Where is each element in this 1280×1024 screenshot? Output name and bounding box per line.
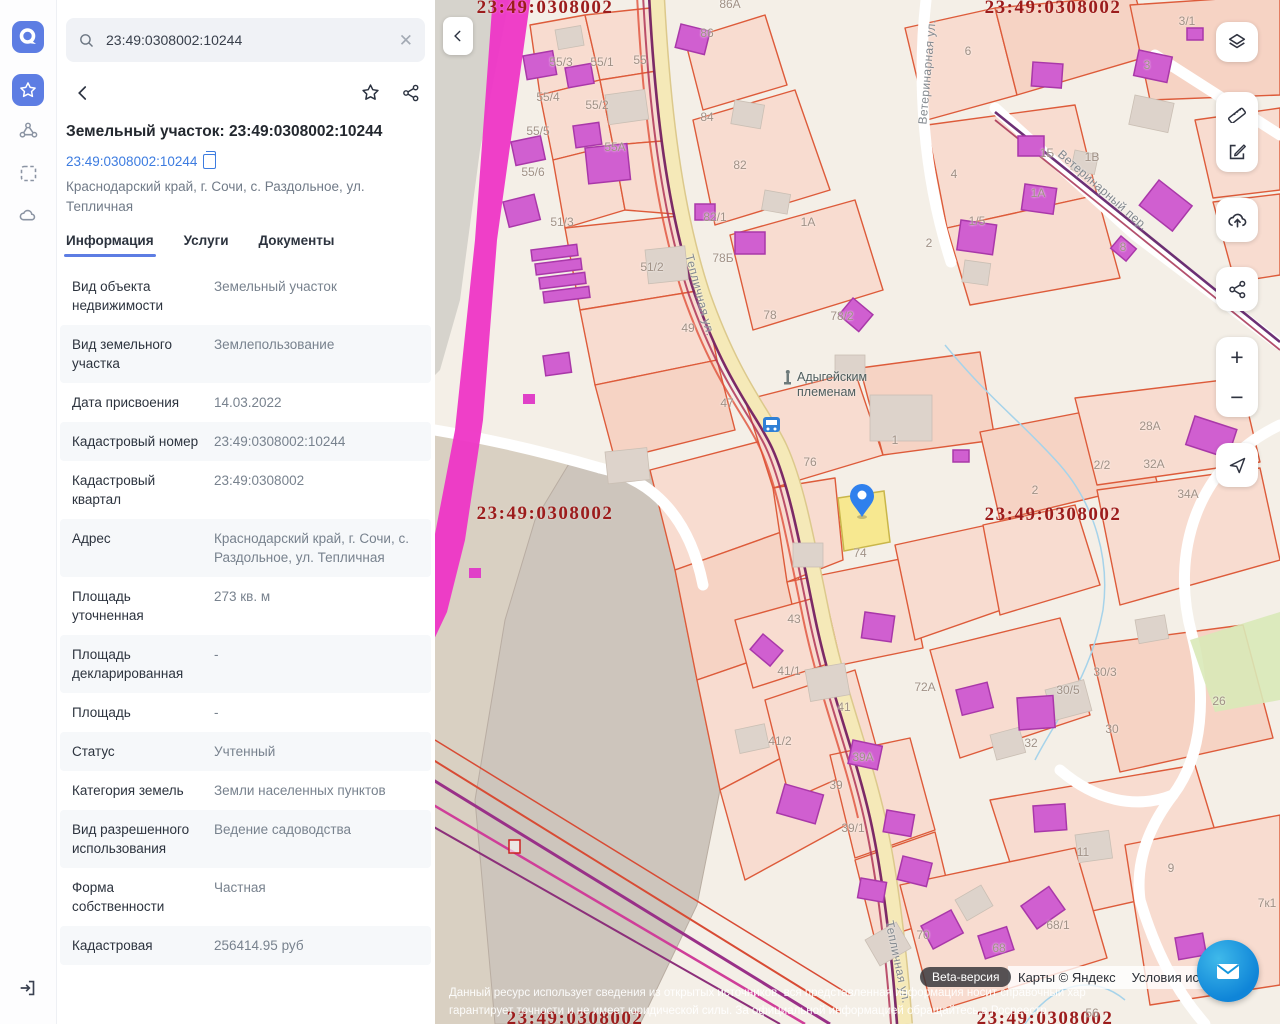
info-table: Вид объекта недвижимостиЗемельный участо… [56, 267, 435, 965]
locate-me-button[interactable] [1216, 445, 1258, 485]
info-row: Кадастровый квартал23:49:0308002 [60, 461, 431, 519]
info-row: Вид объекта недвижимостиЗемельный участо… [60, 267, 431, 325]
layers-button[interactable] [1216, 22, 1258, 62]
envelope-icon [1213, 956, 1243, 986]
map-graphics [435, 0, 1280, 1024]
info-row: Форма собственностиЧастная [60, 868, 431, 926]
zoom-out-button[interactable]: − [1216, 377, 1258, 417]
clear-search-icon[interactable]: ✕ [399, 32, 413, 49]
favorite-button[interactable] [360, 82, 381, 103]
measure-draw-control [1216, 92, 1258, 172]
tab-Документы[interactable]: Документы [259, 233, 335, 257]
detail-panel: ✕ Земельный участок: 23:4 [56, 0, 435, 1024]
polygon-area-icon [17, 120, 39, 142]
chevron-left-icon [74, 84, 92, 102]
info-row: Площадь уточненная273 кв. м [60, 577, 431, 635]
info-row: Площадь- [60, 693, 431, 732]
object-header [74, 82, 421, 103]
layers-control [1216, 22, 1258, 62]
edit-pencil-icon [1226, 141, 1248, 163]
share-button[interactable] [401, 82, 421, 103]
upload-control [1216, 198, 1258, 242]
sidebar-item-measure-area[interactable] [12, 115, 44, 147]
ruler-button[interactable] [1216, 92, 1258, 132]
login-exit-icon [17, 977, 39, 999]
star-outline-icon [360, 82, 381, 103]
info-row: Площадь декларированная- [60, 635, 431, 693]
object-address: Краснодарский край, г. Сочи, с. Раздольн… [66, 177, 396, 217]
info-row: Дата присвоения14.03.2022 [60, 383, 431, 422]
zoom-in-button[interactable]: + [1216, 337, 1258, 377]
upload-button[interactable] [1216, 200, 1258, 240]
share-icon [401, 83, 421, 103]
chat-button[interactable] [1197, 940, 1259, 1002]
draw-edit-button[interactable] [1216, 132, 1258, 172]
sidebar-item-favorites[interactable] [12, 74, 44, 106]
plus-icon: + [1230, 346, 1243, 369]
chevron-left-icon [451, 29, 465, 43]
back-button[interactable] [74, 84, 92, 102]
dashed-select-icon [18, 163, 39, 184]
beta-badge: Beta-версия [920, 967, 1011, 987]
search-input[interactable] [104, 31, 390, 49]
info-row: Вид разрешенного использованияВедение са… [60, 810, 431, 868]
collapse-panel-button[interactable] [443, 17, 473, 55]
share-map-control [1216, 267, 1258, 311]
cadastral-number-link-row: 23:49:0308002:10244 [66, 154, 425, 169]
app-logo[interactable] [12, 21, 44, 53]
cloud-upload-icon [1226, 209, 1249, 232]
app-logo-icon [17, 26, 39, 48]
map-canvas[interactable]: 23:49:030800223:49:030800223:49:03080022… [435, 0, 1280, 1024]
cadastral-number-link[interactable]: 23:49:0308002:10244 [66, 154, 197, 169]
cloud-icon [17, 205, 39, 227]
sidebar-item-layers-cloud[interactable] [12, 200, 44, 232]
bus-stop-icon [763, 417, 780, 432]
share-map-button[interactable] [1216, 269, 1258, 309]
star-icon [18, 80, 38, 100]
icon-rail [0, 0, 57, 1024]
info-row: Вид земельного участкаЗемлепользование [60, 325, 431, 383]
info-row: АдресКраснодарский край, г. Сочи, с. Раз… [60, 519, 431, 577]
minus-icon: − [1230, 386, 1243, 409]
info-row: Категория земельЗемли населенных пунктов [60, 771, 431, 810]
share-icon [1227, 279, 1248, 300]
yandex-maps-link[interactable]: Карты © Яндекс [1018, 970, 1116, 985]
page-title: Земельный участок: 23:49:0308002:10244 [66, 123, 425, 141]
tab-Услуги[interactable]: Услуги [184, 233, 229, 257]
layers-icon [1226, 31, 1248, 53]
info-row: СтатусУчтенный [60, 732, 431, 771]
locate-control [1216, 443, 1258, 487]
sidebar-item-select-area[interactable] [12, 157, 44, 189]
info-row: Кадастровый номер23:49:0308002:10244 [60, 422, 431, 461]
copy-icon[interactable] [203, 154, 216, 169]
zoom-control: + − [1216, 337, 1258, 417]
navigation-arrow-icon [1227, 455, 1248, 476]
sidebar-item-login[interactable] [12, 972, 44, 1004]
tab-bar: Информация Услуги Документы [66, 233, 425, 257]
tab-Информация[interactable]: Информация [66, 233, 154, 257]
search-bar[interactable]: ✕ [66, 18, 425, 62]
ruler-icon [1226, 101, 1248, 123]
info-row: Кадастровая256414.95 руб [60, 926, 431, 965]
search-icon [78, 32, 95, 49]
